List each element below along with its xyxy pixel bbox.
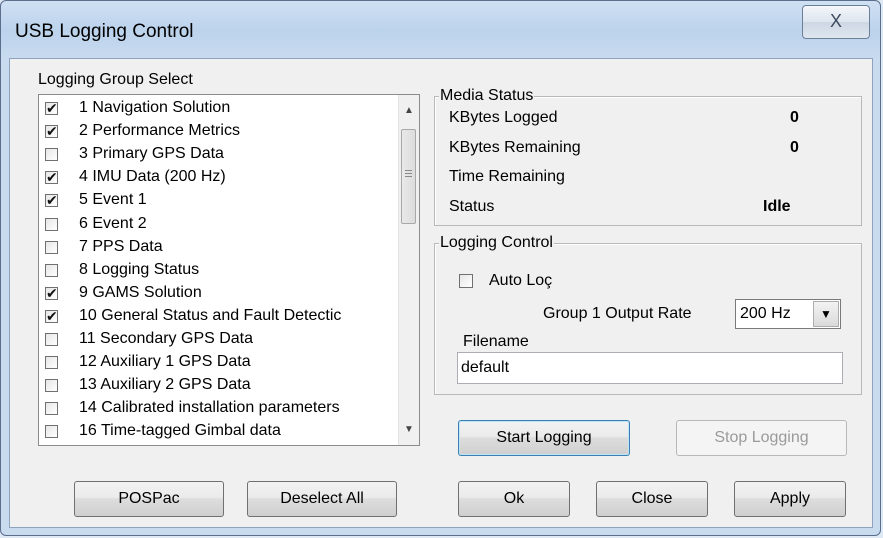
group-checkbox[interactable] xyxy=(45,425,58,439)
group-checkbox[interactable] xyxy=(45,379,58,393)
list-item-label: 12 Auxiliary 1 GPS Data xyxy=(79,353,251,371)
filename-label: Filename xyxy=(463,333,529,350)
close-icon: X xyxy=(829,11,842,31)
list-item[interactable]: ✔ 5 Event 1 xyxy=(39,189,389,211)
apply-button[interactable]: Apply xyxy=(734,481,846,517)
group-checkbox[interactable]: ✔ xyxy=(45,307,58,324)
pospac-button[interactable]: POSPac xyxy=(74,481,224,517)
stop-logging-button[interactable]: Stop Logging xyxy=(676,420,847,456)
list-item-label: 3 Primary GPS Data xyxy=(79,145,224,163)
list-item[interactable]: 11 Secondary GPS Data xyxy=(39,328,389,350)
auto-log-label[interactable]: Auto Loç xyxy=(489,272,552,290)
group-checkbox[interactable] xyxy=(45,356,58,370)
group-checkbox[interactable]: ✔ xyxy=(45,192,58,209)
list-item[interactable]: ✔ 1 Navigation Solution xyxy=(39,97,389,119)
list-item[interactable]: 16 Time-tagged Gimbal data xyxy=(39,420,389,442)
kbytes-remaining-value: 0 xyxy=(790,139,799,156)
usb-logging-control-window: USB Logging Control X Logging Group Sele… xyxy=(0,0,881,536)
checkmark-icon: ✔ xyxy=(46,100,58,116)
output-rate-value: 200 Hz xyxy=(740,305,791,322)
checkmark-icon: ✔ xyxy=(46,169,58,186)
list-item-label: 6 Event 2 xyxy=(79,214,147,232)
logging-control-title: Logging Control xyxy=(439,234,554,252)
list-item[interactable]: 13 Auxiliary 2 GPS Data xyxy=(39,374,389,396)
close-window-button[interactable]: X xyxy=(802,5,870,39)
ok-button[interactable]: Ok xyxy=(458,481,570,517)
grip-icon xyxy=(405,173,412,174)
list-item-label: 8 Logging Status xyxy=(79,260,200,278)
logging-group-select-label: Logging Group Select xyxy=(38,71,193,88)
checkmark-icon: ✔ xyxy=(46,284,58,301)
group-checkbox[interactable] xyxy=(45,263,58,277)
list-item-label: 7 PPS Data xyxy=(79,237,163,255)
auto-log-checkbox[interactable] xyxy=(459,274,473,288)
start-logging-button[interactable]: Start Logging xyxy=(458,420,630,456)
checkmark-icon: ✔ xyxy=(46,307,58,324)
title-bar[interactable]: USB Logging Control X xyxy=(1,1,880,57)
list-item-label: 16 Time-tagged Gimbal data xyxy=(79,422,281,440)
logging-control-group: Logging Control Auto Loç Group 1 Output … xyxy=(434,234,862,395)
filename-input[interactable]: default xyxy=(457,352,843,384)
group-checkbox[interactable] xyxy=(45,217,58,231)
output-rate-select[interactable]: 200 Hz ▼ xyxy=(735,299,841,329)
list-item-label: 14 Calibrated installation parameters xyxy=(79,399,340,417)
group-checkbox[interactable]: ✔ xyxy=(45,284,58,301)
logging-group-list[interactable]: ✔ 1 Navigation Solution ✔ 2 Performance Met… xyxy=(38,94,420,446)
media-status-title: Media Status xyxy=(439,87,535,105)
list-scrollbar[interactable]: ▲ ▼ xyxy=(398,95,419,445)
list-item[interactable]: 8 Logging Status xyxy=(39,259,389,281)
list-item[interactable]: 12 Auxiliary 1 GPS Data xyxy=(39,351,389,373)
filename-value: default xyxy=(461,359,510,376)
group-checkbox[interactable]: ✔ xyxy=(45,123,58,140)
list-item[interactable]: 3 Primary GPS Data xyxy=(39,143,389,165)
group-checkbox[interactable] xyxy=(45,148,58,162)
kbytes-remaining-label: KBytes Remaining xyxy=(449,139,581,156)
close-button[interactable]: Close xyxy=(596,481,708,517)
list-item-label: 13 Auxiliary 2 GPS Data xyxy=(79,376,251,394)
group-checkbox[interactable] xyxy=(45,402,58,416)
grip-icon xyxy=(405,176,412,177)
chevron-down-icon[interactable]: ▼ xyxy=(813,301,839,327)
group-checkbox[interactable] xyxy=(45,333,58,346)
dialog-client-area: Logging Group Select ✔ 1 Navigation Solut… xyxy=(9,58,873,528)
list-item[interactable]: ✔ 10 General Status and Fault Detectic xyxy=(39,305,389,327)
list-item[interactable]: ✔ 4 IMU Data (200 Hz) xyxy=(39,166,389,188)
time-remaining-label: Time Remaining xyxy=(449,168,565,185)
checkmark-icon: ✔ xyxy=(46,123,58,140)
media-status-group: Media Status KBytes Logged 0 KBytes Rema… xyxy=(434,87,862,226)
window-title: USB Logging Control xyxy=(15,21,194,42)
status-value: Idle xyxy=(763,198,791,215)
checkmark-icon: ✔ xyxy=(46,192,58,209)
list-item[interactable]: 6 Event 2 xyxy=(39,213,389,235)
scroll-thumb[interactable] xyxy=(401,129,416,224)
list-item-label: 4 IMU Data (200 Hz) xyxy=(79,168,226,186)
list-item-label: 5 Event 1 xyxy=(79,191,147,209)
kbytes-logged-label: KBytes Logged xyxy=(449,109,558,126)
list-item-label: 10 General Status and Fault Detectic xyxy=(79,306,342,324)
group-checkbox[interactable] xyxy=(45,240,58,254)
list-item[interactable]: 14 Calibrated installation parameters xyxy=(39,397,389,419)
list-item[interactable]: ✔ 2 Performance Metrics xyxy=(39,120,389,142)
list-item-label: 11 Secondary GPS Data xyxy=(79,330,254,347)
group-checkbox[interactable]: ✔ xyxy=(45,169,58,186)
list-item-label: 2 Performance Metrics xyxy=(79,122,240,140)
output-rate-label: Group 1 Output Rate xyxy=(543,305,692,322)
list-item-label: 9 GAMS Solution xyxy=(79,283,202,301)
list-item[interactable]: 7 PPS Data xyxy=(39,236,389,258)
scroll-down-icon[interactable]: ▼ xyxy=(404,424,414,435)
list-item-label: 1 Navigation Solution xyxy=(79,99,231,116)
deselect-all-button[interactable]: Deselect All xyxy=(247,481,397,517)
status-label: Status xyxy=(449,198,495,215)
list-item[interactable]: ✔ 9 GAMS Solution xyxy=(39,282,389,304)
grip-icon xyxy=(405,170,412,171)
group-checkbox[interactable]: ✔ xyxy=(45,100,58,116)
kbytes-logged-value: 0 xyxy=(790,109,799,126)
scroll-up-icon[interactable]: ▲ xyxy=(404,105,414,116)
